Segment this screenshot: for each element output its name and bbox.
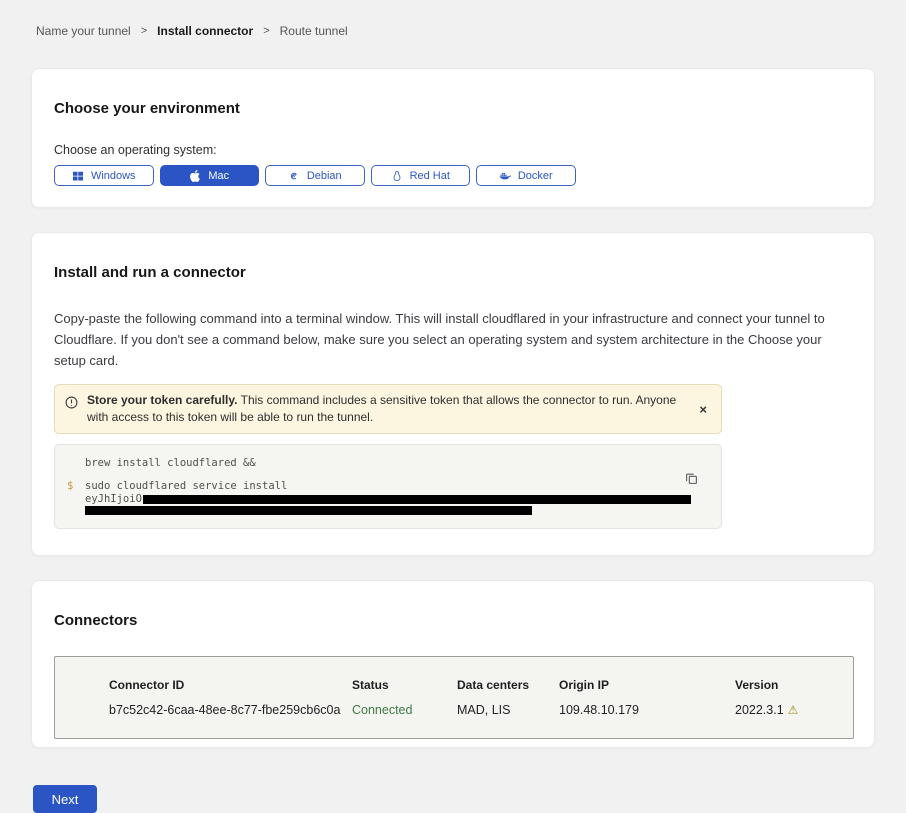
- install-description: Copy-paste the following command into a …: [54, 308, 852, 371]
- connector-id-value: b7c52c42-6caa-48ee-8c77-fbe259cb6c0a: [109, 703, 352, 717]
- choose-environment-card: Choose your environment Choose an operat…: [31, 68, 875, 208]
- os-button-debian[interactable]: Debian: [265, 165, 365, 186]
- connectors-card: Connectors Connector ID Status Data cent…: [31, 580, 875, 748]
- version-number: 2022.3.1: [735, 703, 784, 717]
- token-redaction-bar: [143, 495, 691, 504]
- terminal-command-block: brew install cloudflared && $ sudo cloud…: [54, 444, 722, 529]
- breadcrumb-separator: >: [141, 25, 147, 37]
- os-button-label: Mac: [208, 170, 229, 182]
- shell-prompt: $: [67, 480, 85, 492]
- os-select-label: Choose an operating system:: [54, 143, 852, 157]
- breadcrumb-route-tunnel[interactable]: Route tunnel: [280, 24, 348, 38]
- command-line-2-text: sudo cloudflared service install: [85, 480, 287, 492]
- next-button[interactable]: Next: [33, 785, 97, 813]
- os-button-label: Windows: [91, 170, 136, 182]
- breadcrumb-name-your-tunnel[interactable]: Name your tunnel: [36, 24, 131, 38]
- os-button-red-hat[interactable]: Red Hat: [371, 165, 471, 186]
- col-header-origin-ip: Origin IP: [559, 678, 735, 692]
- status-badge: Connected: [352, 703, 457, 717]
- col-header-status: Status: [352, 678, 457, 692]
- origin-ip-value: 109.48.10.179: [559, 703, 735, 717]
- install-card-title: Install and run a connector: [54, 264, 852, 281]
- breadcrumb-install-connector[interactable]: Install connector: [157, 24, 253, 38]
- col-header-version: Version: [735, 678, 843, 692]
- windows-logo-icon: [72, 170, 84, 182]
- token-redaction-bar: [85, 506, 532, 515]
- version-warning-icon: ⚠: [788, 703, 799, 717]
- token-warning-text: Store your token carefully. This command…: [87, 392, 684, 426]
- token-warning-bold: Store your token carefully.: [87, 393, 238, 407]
- os-button-label: Red Hat: [410, 170, 450, 182]
- command-line-2: $ sudo cloudflared service install: [67, 480, 709, 492]
- version-value: 2022.3.1 ⚠: [735, 703, 843, 717]
- os-button-label: Docker: [518, 170, 553, 182]
- token-warning-banner: Store your token carefully. This command…: [54, 384, 722, 434]
- os-button-docker[interactable]: Docker: [476, 165, 576, 186]
- data-centers-value: MAD, LIS: [457, 703, 559, 717]
- copy-icon[interactable]: [685, 472, 698, 488]
- col-header-connector-id: Connector ID: [109, 678, 352, 692]
- close-icon[interactable]: ×: [693, 402, 713, 417]
- apple-logo-icon: [189, 170, 201, 182]
- command-line-1: brew install cloudflared &&: [67, 457, 709, 469]
- install-connector-card: Install and run a connector Copy-paste t…: [31, 232, 875, 556]
- debian-logo-icon: [288, 170, 300, 182]
- connectors-card-title: Connectors: [54, 612, 852, 629]
- docker-whale-logo-icon: [499, 170, 511, 182]
- os-button-mac[interactable]: Mac: [160, 165, 260, 186]
- breadcrumb: Name your tunnel > Install connector > R…: [0, 0, 906, 38]
- os-button-label: Debian: [307, 170, 342, 182]
- environment-card-title: Choose your environment: [54, 100, 852, 117]
- redhat-tux-logo-icon: [391, 170, 403, 182]
- breadcrumb-separator: >: [263, 25, 269, 37]
- os-button-row: Windows Mac Debian Red Hat: [54, 165, 852, 186]
- circled-exclamation-icon: [65, 396, 78, 409]
- connectors-table: Connector ID Status Data centers Origin …: [54, 656, 854, 739]
- token-prefix: eyJhIjoiO: [85, 493, 142, 505]
- os-button-windows[interactable]: Windows: [54, 165, 154, 186]
- token-line: eyJhIjoiO: [67, 493, 709, 505]
- col-header-data-centers: Data centers: [457, 678, 559, 692]
